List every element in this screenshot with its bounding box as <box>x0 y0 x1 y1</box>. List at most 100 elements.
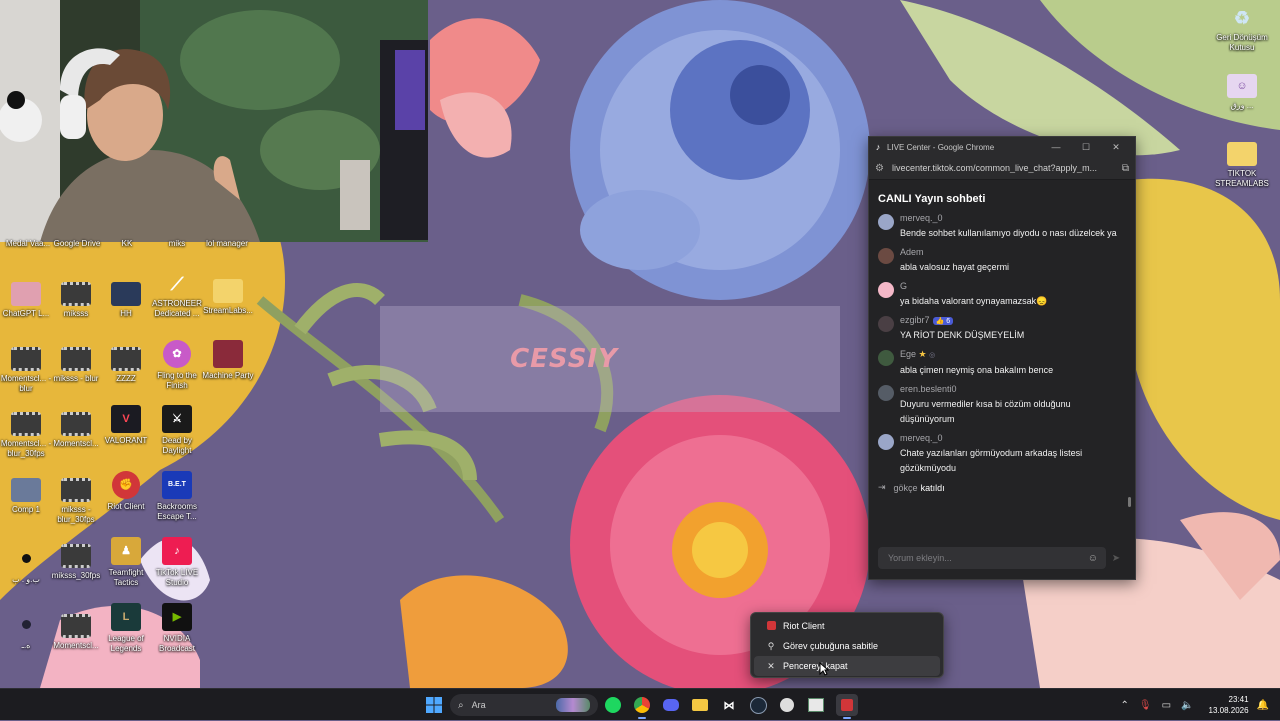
volume-icon[interactable]: 🔈 <box>1181 700 1193 711</box>
desktop-icon-partial[interactable]: Google Drive <box>49 239 105 249</box>
taskbar-steam[interactable] <box>747 694 769 716</box>
desktop-icon[interactable]: ✿ Fling to the Finish <box>149 340 205 391</box>
desktop-icon[interactable]: ♟ Teamfight Tactics <box>98 537 154 588</box>
microphone-icon[interactable]: 🎙 <box>1139 700 1152 711</box>
chat-username[interactable]: Adem <box>900 247 1126 257</box>
avatar[interactable] <box>878 385 894 401</box>
video-icon <box>111 347 141 371</box>
menu-item-label: Riot Client <box>783 621 825 631</box>
desktop-icon-label: Momentscl... - blur <box>0 374 52 393</box>
desktop-icon[interactable]: Momentscl... <box>48 412 104 449</box>
chat-scrollbar[interactable] <box>1128 497 1131 507</box>
avatar[interactable] <box>878 434 894 450</box>
clock[interactable]: 23:41 13.08.2026 <box>1209 694 1249 716</box>
desktop-icon-label: Google Drive <box>53 239 101 248</box>
chat-username[interactable]: merveq._0 <box>900 213 1126 223</box>
avatar[interactable] <box>878 316 894 332</box>
window-titlebar[interactable]: ♪ LIVE Center - Google Chrome — ☐ ✕ <box>869 137 1135 157</box>
taskbar-search[interactable]: ⌕ Ara <box>450 694 598 716</box>
chat-username-row[interactable]: ezgibr7 👍 6 <box>900 315 1126 325</box>
start-button[interactable] <box>423 694 445 716</box>
desktop-icon[interactable]: miksss_30fps <box>48 544 104 581</box>
avatar[interactable] <box>878 214 894 230</box>
desktop-icon[interactable]: ⟋ ASTRONEER Dedicated ... <box>149 272 205 319</box>
desktop-icon[interactable]: Comp 1 <box>0 478 54 515</box>
menu-item-close-window[interactable]: ✕ Pencereyi kapat <box>754 656 940 676</box>
taskbar-chrome[interactable] <box>631 694 653 719</box>
maximize-icon[interactable]: ☐ <box>1071 142 1101 153</box>
chat-text: YA RİOT DENK DÜŞMEYELİM <box>900 330 1025 340</box>
desktop-icon[interactable]: L League of Legends <box>98 603 154 654</box>
desktop-icon[interactable]: miksss - blur <box>48 347 104 384</box>
desktop-icon[interactable]: Momentscl... - blur_30fps <box>0 412 54 459</box>
close-icon[interactable]: ✕ <box>1101 142 1131 153</box>
desktop-icon[interactable]: Machine Party <box>200 340 256 381</box>
desktop-icon[interactable]: miksss <box>48 282 104 319</box>
open-in-tab-icon[interactable]: ⧉ <box>1122 163 1129 174</box>
desktop-icon[interactable]: B.E.T Backrooms Escape T... <box>149 471 205 522</box>
desktop-icon-label: Machine Party <box>202 371 254 380</box>
desktop-icon[interactable]: ⚔ Dead by Daylight <box>149 405 205 456</box>
desktop-icon-label: ورق ... <box>1230 101 1254 110</box>
desktop-icon-partial[interactable]: KK <box>99 239 155 249</box>
desktop-icon[interactable]: Momentscl... - blur <box>0 347 54 394</box>
chat-message-list[interactable]: merveq._0 Bende sohbet kullanılamıyo diyo… <box>869 213 1135 493</box>
desktop-icon[interactable]: ب.و . ب <box>0 544 54 585</box>
send-icon[interactable]: ➤ <box>1106 553 1126 564</box>
avatar[interactable] <box>878 282 894 298</box>
desktop-icon[interactable]: StreamLabs... <box>200 279 256 316</box>
chat-username[interactable]: ezgibr7 <box>900 315 930 325</box>
desktop-icon-tiktok-streamlabs[interactable]: TIKTOK STREAMLABS <box>1214 142 1270 189</box>
taskbar-riot-client[interactable] <box>836 694 858 719</box>
site-settings-icon[interactable]: ⚙ <box>875 163 884 174</box>
desktop-icon[interactable]: ه.ـ <box>0 610 54 651</box>
desktop-icon-partial[interactable]: Medal Vaa... <box>0 239 56 249</box>
taskbar-app-2[interactable] <box>776 694 798 716</box>
desktop-icon[interactable]: ZZZZ <box>98 347 154 384</box>
notification-icon[interactable]: 🔔 <box>1257 700 1269 711</box>
fan-level-badge: 👍 6 <box>932 317 954 325</box>
folder-icon <box>1227 142 1257 166</box>
desktop-icon[interactable]: ✊ Riot Client <box>98 471 154 512</box>
game-icon <box>213 340 243 368</box>
desktop-icon[interactable]: ChatGPT L... <box>0 282 54 319</box>
video-icon <box>61 614 91 638</box>
comment-input[interactable] <box>886 552 1088 564</box>
taskbar-app[interactable]: ⋈ <box>718 694 740 716</box>
comment-input-wrapper[interactable]: ☺ <box>878 547 1106 569</box>
menu-item-pin-taskbar[interactable]: ⚲ Görev çubuğuna sabitle <box>754 636 940 656</box>
address-bar[interactable]: ⚙ livecenter.tiktok.com/common_live_chat… <box>869 157 1135 180</box>
taskbar-file-explorer[interactable] <box>689 694 711 716</box>
steam-icon <box>749 696 767 714</box>
desktop-icon[interactable]: V VALORANT <box>98 405 154 446</box>
menu-item-riot-client[interactable]: Riot Client <box>754 616 940 636</box>
live-center-chat-window[interactable]: ♪ LIVE Center - Google Chrome — ☐ ✕ ⚙ li… <box>868 136 1136 580</box>
desktop-icon[interactable]: HH <box>98 282 154 319</box>
taskbar-spotify[interactable] <box>602 694 624 716</box>
chat-username[interactable]: Ege <box>900 349 916 359</box>
chat-username[interactable]: merveq._0 <box>900 433 1126 443</box>
chat-username-row[interactable]: Ege ★ ◎ <box>900 349 1126 360</box>
dot-icon <box>12 544 40 572</box>
desktop-icon-recycle-bin[interactable]: ♻ Geri Dönüşüm Kutusu <box>1214 6 1270 53</box>
desktop-icon[interactable]: miksss - blur_30fps <box>48 478 104 525</box>
desktop-icon[interactable]: Momentscl... <box>48 614 104 651</box>
avatar[interactable] <box>878 248 894 264</box>
desktop-icon[interactable]: ♪ TikTok LIVE Studio <box>149 537 205 588</box>
network-icon[interactable]: ▭ <box>1162 700 1171 711</box>
desktop-icon-partial[interactable]: miks <box>149 239 205 249</box>
desktop-icon-partial[interactable]: lol manager <box>199 239 255 249</box>
emoji-icon[interactable]: ☺ <box>1088 553 1098 564</box>
desktop-icon-app[interactable]: ☺ ورق ... <box>1214 74 1270 111</box>
minimize-icon[interactable]: — <box>1041 142 1071 152</box>
taskbar-app-3[interactable] <box>805 694 827 716</box>
desktop-icon-label: Teamfight Tactics <box>108 568 144 587</box>
chat-username[interactable]: eren.beslenti0 <box>900 384 1126 394</box>
avatar[interactable] <box>878 350 894 366</box>
chevron-up-icon[interactable]: ⌃ <box>1121 700 1129 711</box>
chat-username[interactable]: G <box>900 281 1126 291</box>
desktop-icon[interactable]: ▶ NVIDIA Broadcast <box>149 603 205 654</box>
taskbar-discord[interactable] <box>660 694 682 716</box>
join-username[interactable]: gökçe <box>894 483 918 493</box>
url-text[interactable]: livecenter.tiktok.com/common_live_chat?a… <box>892 163 1122 173</box>
